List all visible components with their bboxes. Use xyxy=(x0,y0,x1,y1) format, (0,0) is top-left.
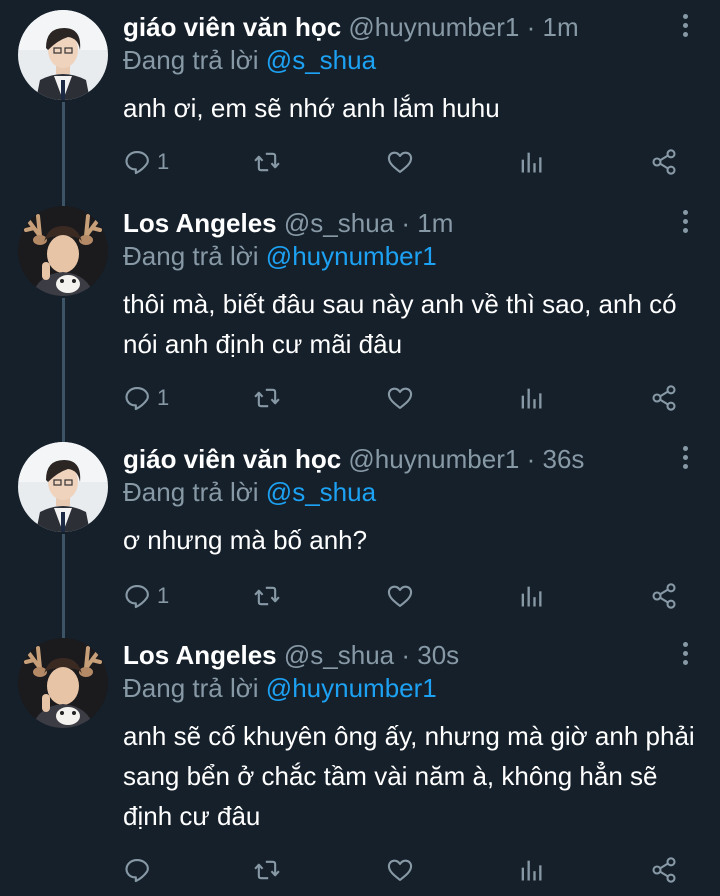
like-button[interactable] xyxy=(386,146,414,178)
replying-to: Đang trả lời @huynumber1 xyxy=(123,239,437,273)
more-vertical-icon[interactable] xyxy=(680,446,690,472)
tweet-text: anh ơi, em sẽ nhớ anh lắm huhu xyxy=(123,93,500,123)
like-button[interactable] xyxy=(386,382,414,414)
share-icon xyxy=(650,148,678,176)
display-name[interactable]: giáo viên văn học xyxy=(123,12,341,42)
tweet-actions: 1 xyxy=(123,146,683,178)
like-button[interactable] xyxy=(386,854,414,886)
reply-count: 1 xyxy=(157,149,170,174)
user-handle[interactable]: @huynumber1 xyxy=(348,12,519,42)
heart-icon xyxy=(386,148,414,176)
reply-icon xyxy=(123,856,151,884)
retweet-icon xyxy=(253,582,281,610)
mention-link[interactable]: @s_shua xyxy=(266,477,376,507)
more-vertical-icon[interactable] xyxy=(680,642,690,668)
user-handle[interactable]: @s_shua xyxy=(284,208,394,238)
tweet[interactable]: giáo viên văn học @huynumber1 · 36s Đang… xyxy=(0,442,720,638)
tweet-header: giáo viên văn học @huynumber1 · 36s xyxy=(123,442,584,476)
retweet-button[interactable] xyxy=(253,580,281,612)
avatar[interactable] xyxy=(18,10,108,100)
more-vertical-icon[interactable] xyxy=(680,14,690,40)
user-handle[interactable]: @s_shua xyxy=(284,640,394,670)
replying-to-label: Đang trả lời xyxy=(123,241,259,271)
replying-to-label: Đang trả lời xyxy=(123,477,259,507)
analytics-button[interactable] xyxy=(517,382,545,414)
analytics-button[interactable] xyxy=(517,580,545,612)
tweet-header: giáo viên văn học @huynumber1 · 1m xyxy=(123,10,579,44)
analytics-icon xyxy=(517,384,545,412)
like-button[interactable] xyxy=(386,580,414,612)
retweet-button[interactable] xyxy=(253,382,281,414)
separator-dot: · xyxy=(526,12,536,42)
tweet-text: anh sẽ cố khuyên ông ấy, nhưng mà giờ an… xyxy=(123,721,695,831)
tweet-actions: 1 xyxy=(123,580,683,612)
share-button[interactable] xyxy=(650,382,678,414)
analytics-icon xyxy=(517,148,545,176)
avatar[interactable] xyxy=(18,206,108,296)
retweet-icon xyxy=(253,148,281,176)
retweet-button[interactable] xyxy=(253,146,281,178)
display-name[interactable]: Los Angeles xyxy=(123,208,277,238)
tweet-actions xyxy=(123,854,683,886)
replying-to-label: Đang trả lời xyxy=(123,673,259,703)
reply-icon xyxy=(123,148,151,176)
reply-count: 1 xyxy=(157,385,170,410)
tweet-actions: 1 xyxy=(123,382,683,414)
separator-dot: · xyxy=(401,640,411,670)
heart-icon xyxy=(386,384,414,412)
mention-link[interactable]: @s_shua xyxy=(266,45,376,75)
retweet-button[interactable] xyxy=(253,854,281,886)
replying-to: Đang trả lời @s_shua xyxy=(123,43,376,77)
tweet-header: Los Angeles @s_shua · 30s xyxy=(123,638,459,672)
share-icon xyxy=(650,582,678,610)
replying-to-label: Đang trả lời xyxy=(123,45,259,75)
reply-button[interactable]: 1 xyxy=(123,382,169,414)
timestamp[interactable]: 1m xyxy=(417,208,453,238)
display-name[interactable]: Los Angeles xyxy=(123,640,277,670)
display-name[interactable]: giáo viên văn học xyxy=(123,444,341,474)
mention-link[interactable]: @huynumber1 xyxy=(266,673,437,703)
reply-button[interactable]: 1 xyxy=(123,580,169,612)
timestamp[interactable]: 1m xyxy=(542,12,578,42)
analytics-button[interactable] xyxy=(517,854,545,886)
analytics-button[interactable] xyxy=(517,146,545,178)
heart-icon xyxy=(386,582,414,610)
timestamp[interactable]: 30s xyxy=(417,640,459,670)
analytics-icon xyxy=(517,582,545,610)
reply-button[interactable]: 1 xyxy=(123,146,169,178)
retweet-icon xyxy=(253,856,281,884)
avatar[interactable] xyxy=(18,638,108,728)
share-button[interactable] xyxy=(650,146,678,178)
tweet-text: ơ nhưng mà bố anh? xyxy=(123,525,368,555)
more-vertical-icon[interactable] xyxy=(680,210,690,236)
replying-to: Đang trả lời @huynumber1 xyxy=(123,671,437,705)
reply-button[interactable] xyxy=(123,854,157,886)
tweet[interactable]: Los Angeles @s_shua · 30s Đang trả lời @… xyxy=(0,638,720,896)
separator-dot: · xyxy=(526,444,536,474)
reply-count: 1 xyxy=(157,583,170,608)
share-button[interactable] xyxy=(650,580,678,612)
heart-icon xyxy=(386,856,414,884)
replying-to: Đang trả lời @s_shua xyxy=(123,475,376,509)
retweet-icon xyxy=(253,384,281,412)
reply-icon xyxy=(123,384,151,412)
reply-icon xyxy=(123,582,151,610)
user-handle[interactable]: @huynumber1 xyxy=(348,444,519,474)
mention-link[interactable]: @huynumber1 xyxy=(266,241,437,271)
tweet-text: thôi mà, biết đâu sau này anh về thì sao… xyxy=(123,289,677,359)
tweet-header: Los Angeles @s_shua · 1m xyxy=(123,206,453,240)
tweet[interactable]: giáo viên văn học @huynumber1 · 1m Đang … xyxy=(0,10,720,210)
separator-dot: · xyxy=(401,208,411,238)
share-icon xyxy=(650,856,678,884)
timestamp[interactable]: 36s xyxy=(542,444,584,474)
share-icon xyxy=(650,384,678,412)
share-button[interactable] xyxy=(650,854,678,886)
tweet[interactable]: Los Angeles @s_shua · 1m Đang trả lời @h… xyxy=(0,206,720,442)
avatar[interactable] xyxy=(18,442,108,532)
analytics-icon xyxy=(517,856,545,884)
